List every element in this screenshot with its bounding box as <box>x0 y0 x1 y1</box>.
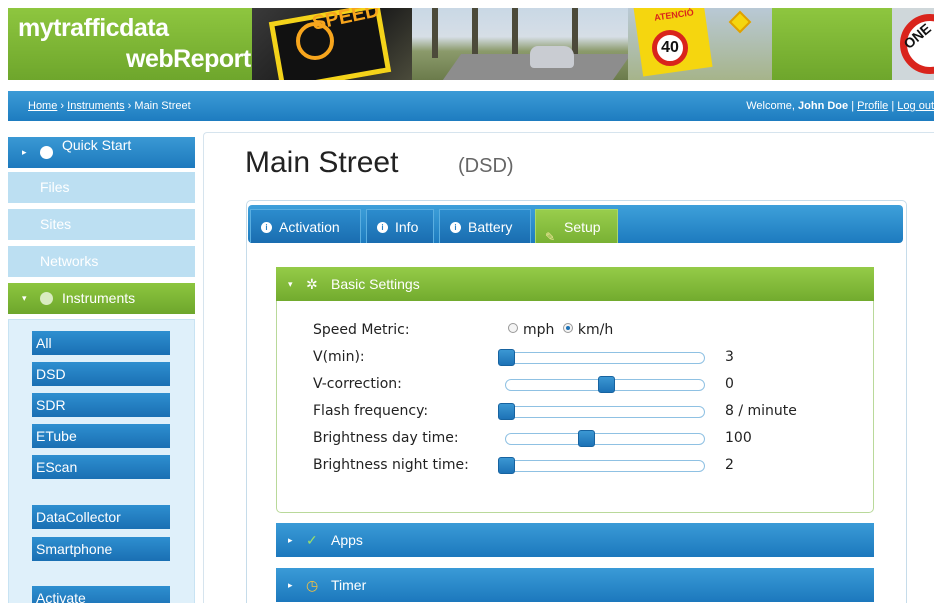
setting-label: Brightness night time: <box>313 457 469 473</box>
accordion-label: Timer <box>331 577 367 593</box>
banner-photo-road <box>412 8 632 80</box>
slider-handle[interactable] <box>598 376 615 393</box>
submenu-item-sdr[interactable]: SDR <box>32 393 170 417</box>
submenu-item-escan[interactable]: EScan <box>32 455 170 479</box>
caret-right-icon: ▸ <box>288 535 293 545</box>
caret-down-icon: ▾ <box>288 279 293 289</box>
slider-handle[interactable] <box>498 349 515 366</box>
speed-metric-options: mph km/h <box>508 322 613 338</box>
submenu-item-smartphone[interactable]: Smartphone <box>32 537 170 561</box>
user-name: John Doe <box>798 100 849 112</box>
setting-label: Brightness day time: <box>313 430 459 446</box>
gear-icon <box>40 292 53 305</box>
setting-label: V(min): <box>313 349 365 365</box>
submenu-item-datacollector[interactable]: DataCollector <box>32 505 170 529</box>
caret-down-icon: ▾ <box>22 293 27 303</box>
slider-handle[interactable] <box>578 430 595 447</box>
setting-slider[interactable] <box>505 430 705 447</box>
tab-label: Info <box>395 219 419 235</box>
check-icon: ✓ <box>306 532 318 548</box>
breadcrumb-instruments[interactable]: Instruments <box>67 100 124 112</box>
quick-start-icon <box>40 146 53 159</box>
info-icon: i <box>261 222 272 233</box>
slider-handle[interactable] <box>498 403 515 420</box>
breadcrumb-separator: › <box>127 100 132 112</box>
radio-mph[interactable] <box>508 323 518 333</box>
sidebar-item-instruments[interactable]: ▾ Instruments <box>8 283 195 314</box>
submenu-item-activate[interactable]: Activate <box>32 586 170 603</box>
breadcrumb-current: Main Street <box>134 100 191 112</box>
sidebar-item-networks[interactable]: Networks <box>8 246 195 277</box>
tab-activation[interactable]: i Activation <box>250 209 361 243</box>
radio-kmh-label: km/h <box>577 322 614 338</box>
gear-icon: ✲ <box>306 276 318 292</box>
setting-value: 2 <box>725 457 734 473</box>
tab-setup[interactable]: ✎ Setup <box>535 209 618 244</box>
logo-text-bottom: webReport <box>126 45 251 73</box>
setting-value: 100 <box>725 430 752 446</box>
header-banner: mytrafficdata webReport SPEED ATENCIÓ 40… <box>8 8 934 80</box>
banner-photo-sign: ONE <box>892 8 934 80</box>
pencil-icon: ✎ <box>545 230 556 244</box>
accordion-basic-settings[interactable]: ▾ ✲ Basic Settings <box>276 267 874 301</box>
sidebar-item-label: Quick Start <box>62 137 132 153</box>
radio-mph-label: mph <box>523 322 555 338</box>
setting-value: 0 <box>725 376 734 392</box>
page-subtitle: (DSD) <box>458 155 514 177</box>
logo-text-top: mytrafficdata <box>18 14 169 42</box>
speed-limit-sign: 40 <box>652 30 688 66</box>
clock-icon: ◷ <box>306 577 319 593</box>
setting-slider[interactable] <box>498 403 705 420</box>
user-box: Welcome, John Doe | Profile | Log out <box>746 100 934 112</box>
setting-value: 8 / minute <box>725 403 797 419</box>
breadcrumb: Home › Instruments › Main Street <box>28 100 191 112</box>
submenu-item-all[interactable]: All <box>32 331 170 355</box>
info-icon: i <box>377 222 388 233</box>
submenu-item-dsd[interactable]: DSD <box>32 362 170 386</box>
setting-slider[interactable] <box>498 349 705 366</box>
tab-battery[interactable]: i Battery <box>439 209 531 243</box>
setting-label: V-correction: <box>313 376 402 392</box>
tab-label: Battery <box>468 219 513 235</box>
tab-label: Setup <box>564 219 601 235</box>
logout-link[interactable]: Log out <box>897 100 934 112</box>
accordion-label: Basic Settings <box>331 276 420 292</box>
speed-metric-label: Speed Metric: <box>313 322 410 338</box>
sidebar-item-label: Instruments <box>62 290 136 306</box>
setting-value: 3 <box>725 349 734 365</box>
breadcrumb-home[interactable]: Home <box>28 100 57 112</box>
setting-slider[interactable] <box>498 457 705 474</box>
setting-slider[interactable] <box>505 376 705 393</box>
setting-label: Flash frequency: <box>313 403 429 419</box>
tab-info[interactable]: i Info <box>366 209 434 243</box>
divider: | <box>891 100 895 112</box>
sidebar-item-sites[interactable]: Sites <box>8 209 195 240</box>
info-icon: i <box>450 222 461 233</box>
caret-right-icon: ▸ <box>288 580 293 590</box>
accordion-timer[interactable]: ▸ ◷ Timer <box>276 568 874 602</box>
tab-label: Activation <box>279 219 340 235</box>
sidebar-item-quick-start[interactable]: ▸ Quick Start <box>8 137 195 168</box>
page-title: Main Street <box>245 146 399 179</box>
caret-right-icon: ▸ <box>22 147 27 157</box>
profile-link[interactable]: Profile <box>857 100 888 112</box>
welcome-text: Welcome, <box>746 100 795 112</box>
breadcrumb-separator: › <box>60 100 65 112</box>
sidebar-item-files[interactable]: Files <box>8 172 195 203</box>
banner-photo-speed-limit: ATENCIÓ 40 <box>628 8 772 80</box>
radio-kmh[interactable] <box>562 323 573 333</box>
slider-handle[interactable] <box>498 457 515 474</box>
submenu-item-etube[interactable]: ETube <box>32 424 170 448</box>
banner-photo-speed-sign: SPEED <box>252 8 412 80</box>
accordion-label: Apps <box>331 532 363 548</box>
divider: | <box>851 100 855 112</box>
accordion-apps[interactable]: ▸ ✓ Apps <box>276 523 874 557</box>
top-nav-bar: Home › Instruments › Main Street Welcome… <box>8 91 934 121</box>
